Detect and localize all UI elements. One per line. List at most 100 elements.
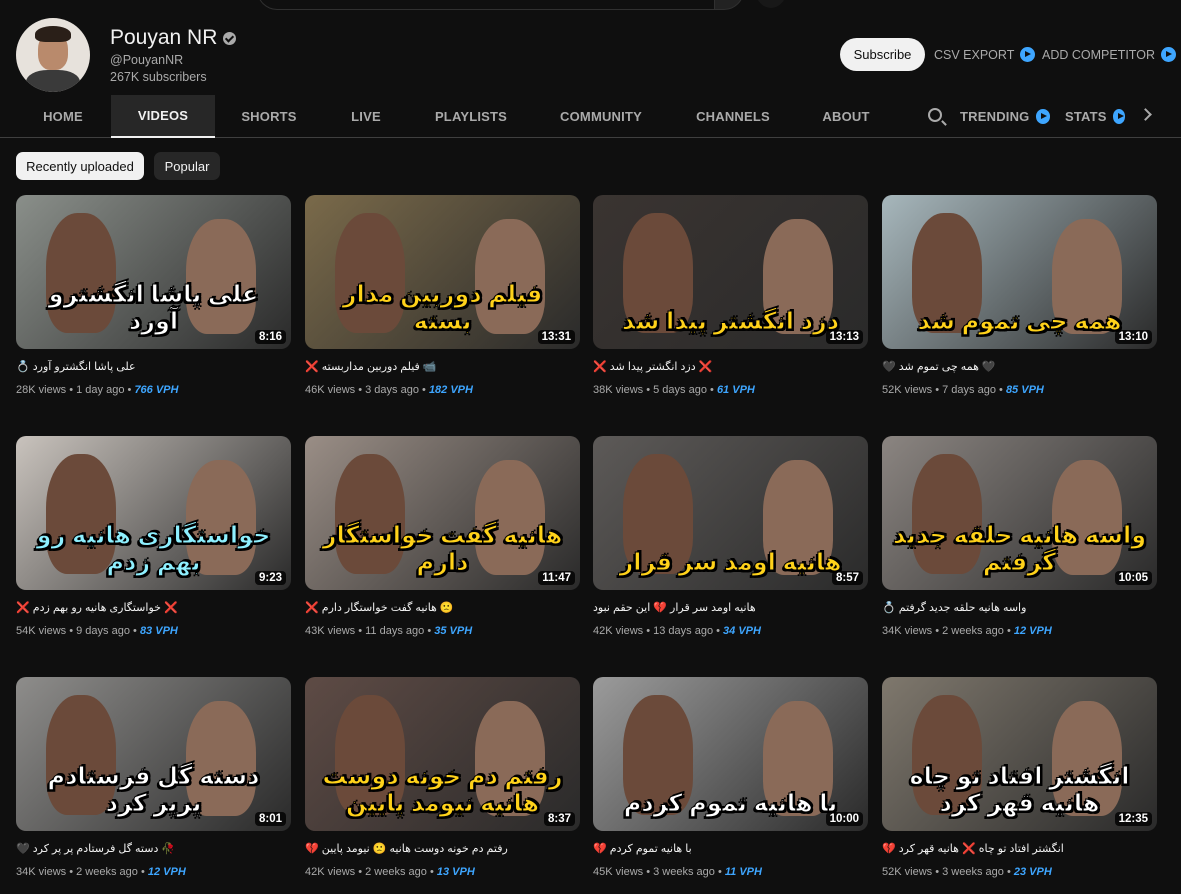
video-vph: 12 VPH (147, 866, 186, 878)
video-card[interactable]: با هانیه تموم کردم 10:00 💔 با هانیه تموم… (593, 677, 868, 887)
video-thumbnail[interactable]: دزد انگشتر پیدا شد 13:13 (593, 195, 868, 349)
video-age: 9 days ago (76, 625, 130, 637)
csv-export-button[interactable]: CSV EXPORT (934, 47, 1036, 62)
video-card[interactable]: هانیه اومد سر قرار 8:57 هانیه اومد سر قر… (593, 436, 868, 646)
filter-popular[interactable]: Popular (154, 152, 220, 180)
thumbnail-headline: هانیه اومد سر قرار (619, 548, 842, 576)
meta-separator: • (133, 625, 140, 637)
video-card[interactable]: انگشتر افتاد تو چاه هانیه قهر کرد 12:35 … (882, 677, 1157, 887)
video-card[interactable]: خواستگاری هانیه رو بهم زدم 9:23 ❌ خواستگ… (16, 436, 291, 646)
video-duration: 10:05 (1114, 571, 1152, 585)
channel-handle: @PouyanNR (110, 53, 184, 67)
meta-separator: • (429, 866, 437, 878)
video-card[interactable]: علی پاشا انگشترو آورد 8:16 💍 علی پاشا ان… (16, 195, 291, 405)
video-title[interactable]: ❌ خواستگاری هانیه رو بهم زدم ❌ (16, 601, 291, 614)
video-title[interactable]: ❌ دزد انگشتر پیدا شد ❌ (593, 360, 868, 373)
video-meta: 52K views • 7 days ago • 85 VPH (882, 384, 1044, 396)
video-views: 28K views (16, 384, 67, 396)
video-thumbnail[interactable]: واسه هانیه حلقه جدید گرفتم 10:05 (882, 436, 1157, 590)
video-title[interactable]: هانیه اومد سر قرار 💔 این حقم نبود (593, 601, 868, 614)
video-title[interactable]: 🖤 همه چی تموم شد 🖤 (882, 360, 1157, 373)
video-meta: 28K views • 1 day ago • 766 VPH (16, 384, 178, 396)
video-title[interactable]: ❌ هانیه گفت خواستگار دارم 🙁 (305, 601, 580, 614)
video-duration: 12:35 (1114, 812, 1152, 826)
video-age: 2 weeks ago (76, 866, 138, 878)
tab-about[interactable]: ABOUT (814, 95, 878, 138)
video-title[interactable]: 💔 رفتم دم خونه دوست هانیه 🙁 نیومد پایین (305, 842, 580, 855)
tab-stats[interactable]: STATS (1065, 95, 1125, 138)
video-duration: 8:01 (254, 812, 286, 826)
video-card[interactable]: واسه هانیه حلقه جدید گرفتم 10:05 💍 واسه … (882, 436, 1157, 646)
play-circle-icon (1112, 109, 1125, 124)
tab-trending[interactable]: TRENDING (960, 95, 1050, 138)
video-thumbnail[interactable]: فیلم دوربین مدار بسته 13:31 (305, 195, 580, 349)
video-card[interactable]: هانیه گفت خواستگار دارم 11:47 ❌ هانیه گف… (305, 436, 580, 646)
video-duration: 13:13 (825, 330, 863, 344)
video-age: 13 days ago (653, 625, 714, 637)
csv-export-label: CSV EXPORT (934, 47, 1015, 62)
video-age: 7 days ago (942, 384, 996, 396)
avatar-hair (35, 26, 71, 42)
thumbnail-headline: هانیه گفت خواستگار دارم (322, 522, 563, 576)
video-age: 3 weeks ago (653, 866, 715, 878)
tab-shorts[interactable]: SHORTS (230, 95, 308, 138)
tab-videos[interactable]: VIDEOS (111, 95, 215, 138)
video-thumbnail[interactable]: با هانیه تموم کردم 10:00 (593, 677, 868, 831)
video-title[interactable]: ❌ فیلم دوربین مداربسته 📹 (305, 360, 580, 373)
tab-channels[interactable]: CHANNELS (688, 95, 778, 138)
search-icon[interactable] (928, 108, 942, 122)
video-card[interactable]: دزد انگشتر پیدا شد 13:13 ❌ دزد انگشتر پی… (593, 195, 868, 405)
video-duration: 10:00 (825, 812, 863, 826)
video-vph: 35 VPH (434, 625, 473, 637)
video-duration: 8:57 (831, 571, 863, 585)
subscribe-button[interactable]: Subscribe (840, 38, 925, 71)
video-meta: 43K views • 11 days ago • 35 VPH (305, 625, 472, 637)
meta-separator: • (422, 384, 429, 396)
video-title[interactable]: 💍 واسه هانیه حلقه جدید گرفتم (882, 601, 1157, 614)
video-card[interactable]: دسته گل فرستادم پرپر کرد 8:01 🖤 دسته گل … (16, 677, 291, 887)
filter-recently-uploaded[interactable]: Recently uploaded (16, 152, 144, 180)
video-thumbnail[interactable]: خواستگاری هانیه رو بهم زدم 9:23 (16, 436, 291, 590)
voice-search-button[interactable] (755, 0, 787, 8)
tab-stats-label: STATS (1065, 109, 1107, 124)
search-box[interactable] (257, 0, 715, 10)
video-duration: 13:31 (537, 330, 575, 344)
video-thumbnail[interactable]: دسته گل فرستادم پرپر کرد 8:01 (16, 677, 291, 831)
video-card[interactable]: رفتم دم خونه دوست هانیه نیومد پایین 8:37… (305, 677, 580, 887)
tab-live[interactable]: LIVE (336, 95, 396, 138)
play-circle-icon (1160, 47, 1176, 62)
video-title[interactable]: 🖤 دسته گل فرستادم پر پر کرد 🥀 (16, 842, 291, 855)
thumbnail-headline: خواستگاری هانیه رو بهم زدم (36, 522, 271, 576)
video-vph: 766 VPH (134, 384, 179, 396)
video-thumbnail[interactable]: همه چی تموم شد 13:10 (882, 195, 1157, 349)
thumbnail-headline: واسه هانیه حلقه جدید گرفتم (892, 522, 1147, 576)
meta-separator: • (1006, 625, 1014, 637)
video-vph: 61 VPH (716, 384, 755, 396)
video-thumbnail[interactable]: انگشتر افتاد تو چاه هانیه قهر کرد 12:35 (882, 677, 1157, 831)
video-title[interactable]: 💔 انگشتر افتاد تو چاه ❌ هانیه قهر کرد (882, 842, 1157, 855)
tab-home[interactable]: HOME (23, 95, 103, 138)
channel-tabs: HOME VIDEOS SHORTS LIVE PLAYLISTS COMMUN… (0, 95, 1181, 138)
video-card[interactable]: همه چی تموم شد 13:10 🖤 همه چی تموم شد 🖤 … (882, 195, 1157, 405)
tab-community[interactable]: COMMUNITY (547, 95, 655, 138)
video-age: 2 weeks ago (365, 866, 427, 878)
video-card[interactable]: فیلم دوربین مدار بسته 13:31 ❌ فیلم دوربی… (305, 195, 580, 405)
video-meta: 42K views • 2 weeks ago • 13 VPH (305, 866, 475, 878)
video-thumbnail[interactable]: هانیه گفت خواستگار دارم 11:47 (305, 436, 580, 590)
add-competitor-button[interactable]: ADD COMPETITOR (1042, 47, 1176, 62)
avatar-shirt (26, 70, 80, 92)
video-vph: 85 VPH (1005, 384, 1044, 396)
thumbnail-headline: رفتم دم خونه دوست هانیه نیومد پایین (322, 763, 563, 817)
video-title[interactable]: 💍 علی پاشا انگشترو آورد (16, 360, 291, 373)
video-meta: 54K views • 9 days ago • 83 VPH (16, 625, 178, 637)
video-title[interactable]: 💔 با هانیه تموم کردم (593, 842, 868, 855)
video-thumbnail[interactable]: هانیه اومد سر قرار 8:57 (593, 436, 868, 590)
play-circle-icon (1020, 47, 1036, 62)
video-vph: 13 VPH (436, 866, 475, 878)
search-button[interactable] (714, 0, 744, 10)
video-views: 34K views (882, 625, 933, 637)
video-thumbnail[interactable]: رفتم دم خونه دوست هانیه نیومد پایین 8:37 (305, 677, 580, 831)
video-thumbnail[interactable]: علی پاشا انگشترو آورد 8:16 (16, 195, 291, 349)
thumbnail-headline: همه چی تموم شد (917, 307, 1122, 335)
tab-playlists[interactable]: PLAYLISTS (425, 95, 517, 138)
